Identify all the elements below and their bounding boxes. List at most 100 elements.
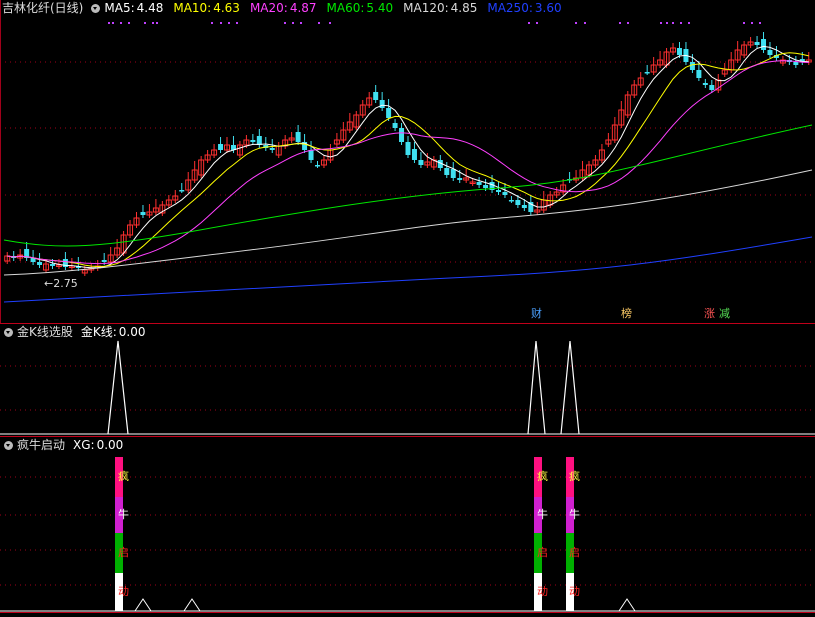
candle-down: [386, 108, 392, 118]
signal-dot: [743, 22, 745, 24]
crazy-bull-title: 疯牛启动: [17, 438, 66, 452]
signal-dot: [236, 22, 238, 24]
candle-down: [392, 123, 398, 128]
candle-down: [411, 149, 417, 160]
ma-legend-item: MA60: 5.40: [326, 1, 394, 15]
crazy-bull-panel[interactable]: 疯牛启动 XG: 0.00 疯牛启动疯牛启动疯牛启动: [0, 437, 815, 617]
signal-char: 疯: [537, 470, 548, 483]
candle-down: [702, 83, 708, 85]
signal-dot: [680, 22, 682, 24]
signal-char: 疯: [118, 470, 129, 483]
signal-char: 牛: [569, 508, 580, 521]
golden-k-panel[interactable]: 金K线选股 金K线: 0.00: [0, 324, 815, 436]
signal-dot: [627, 22, 629, 24]
tag-cai[interactable]: 财: [530, 308, 543, 320]
signal-dot: [108, 22, 110, 24]
signal-dot: [120, 22, 122, 24]
stock-title: 吉林化纤(日线): [2, 1, 84, 15]
candle-down: [269, 148, 275, 150]
candle-down: [101, 260, 107, 262]
signal-dot: [584, 22, 586, 24]
crazy-bull-header: 疯牛启动 XG: 0.00: [0, 437, 127, 453]
signal-char: 动: [569, 585, 580, 598]
signal-dot: [144, 22, 146, 24]
candle-down: [754, 42, 760, 45]
candle-down: [696, 70, 702, 78]
candlestick-chart[interactable]: [0, 0, 815, 323]
signal-dot: [666, 22, 668, 24]
low-price-label: ←2.75: [44, 277, 78, 290]
signal-char: 疯: [569, 470, 580, 483]
candle-down: [644, 72, 650, 74]
signal-char: 动: [537, 585, 548, 598]
ma-legend-item: MA20: 4.87: [249, 1, 317, 15]
signal-char: 启: [569, 546, 580, 559]
signal-spike: [107, 340, 129, 435]
ma-legend: MA5: 4.48 MA10: 4.63 MA20: 4.87 MA60: 5.40 MA120…: [104, 1, 571, 15]
candle-down: [476, 182, 482, 185]
crazy-bull-indicator: XG:: [73, 438, 95, 452]
dropdown-icon[interactable]: [4, 441, 13, 450]
golden-k-header: 金K线选股 金K线: 0.00: [0, 324, 150, 340]
candle-down: [444, 168, 450, 175]
candle-down: [250, 140, 256, 142]
ma-legend-item: MA5: 4.48: [104, 1, 164, 15]
signal-dot: [318, 22, 320, 24]
ma-legend-item: MA10: 4.63: [173, 1, 240, 15]
signal-dot: [759, 22, 761, 24]
ma-legend-item: MA120: 4.85: [403, 1, 478, 15]
signal-dot: [619, 22, 621, 24]
candle-down: [140, 212, 146, 215]
candle-down: [515, 200, 521, 205]
candle-down: [256, 136, 262, 145]
candle-down: [767, 50, 773, 55]
main-header: 吉林化纤(日线) MA5: 4.48 MA10: 4.63 MA20: 4.87 MA60: 5…: [0, 0, 576, 16]
signal-char: 牛: [537, 508, 548, 521]
signal-char: 启: [118, 546, 129, 559]
signal-dot: [128, 22, 130, 24]
small-spike: [618, 598, 636, 612]
signal-char: 启: [537, 546, 548, 559]
candle-down: [405, 142, 411, 155]
candle-down: [761, 39, 767, 50]
candle-down: [457, 178, 463, 180]
candle-down: [676, 48, 682, 55]
candle-down: [793, 62, 799, 65]
signal-dot: [329, 22, 331, 24]
dropdown-icon[interactable]: [91, 4, 101, 13]
candle-down: [308, 150, 314, 160]
candle-down: [179, 190, 185, 192]
tag-jian[interactable]: 减: [718, 308, 731, 320]
tag-bang[interactable]: 榜: [620, 308, 633, 320]
signal-dot: [536, 22, 538, 24]
tag-zhang[interactable]: 涨: [703, 308, 716, 320]
small-spike: [134, 598, 152, 612]
dropdown-icon[interactable]: [4, 328, 13, 337]
signal-char: 牛: [118, 508, 129, 521]
candle-down: [483, 185, 489, 188]
candle-down: [709, 85, 715, 90]
signal-dot: [156, 22, 158, 24]
candle-down: [49, 264, 55, 266]
candle-down: [315, 165, 321, 167]
signal-dot: [751, 22, 753, 24]
signal-dot: [152, 22, 154, 24]
golden-k-indicator: 金K线:: [80, 325, 117, 339]
signal-dot: [284, 22, 286, 24]
golden-k-value: 0.00: [118, 325, 146, 339]
main-chart-panel[interactable]: 吉林化纤(日线) MA5: 4.48 MA10: 4.63 MA20: 4.87 MA60: 5…: [0, 0, 815, 323]
signal-dot: [228, 22, 230, 24]
signal-dot: [300, 22, 302, 24]
golden-k-title: 金K线选股: [17, 325, 73, 339]
candle-down: [495, 190, 501, 192]
signal-char: 动: [118, 585, 129, 598]
candle-down: [218, 144, 224, 150]
signal-dot: [688, 22, 690, 24]
candle-down: [418, 160, 424, 165]
crazy-bull-value: 0.00: [96, 438, 124, 452]
candle-down: [295, 132, 301, 142]
ma250-line: [3, 236, 813, 303]
candle-down: [450, 169, 456, 178]
candle-down: [502, 192, 508, 195]
candle-down: [508, 200, 514, 202]
